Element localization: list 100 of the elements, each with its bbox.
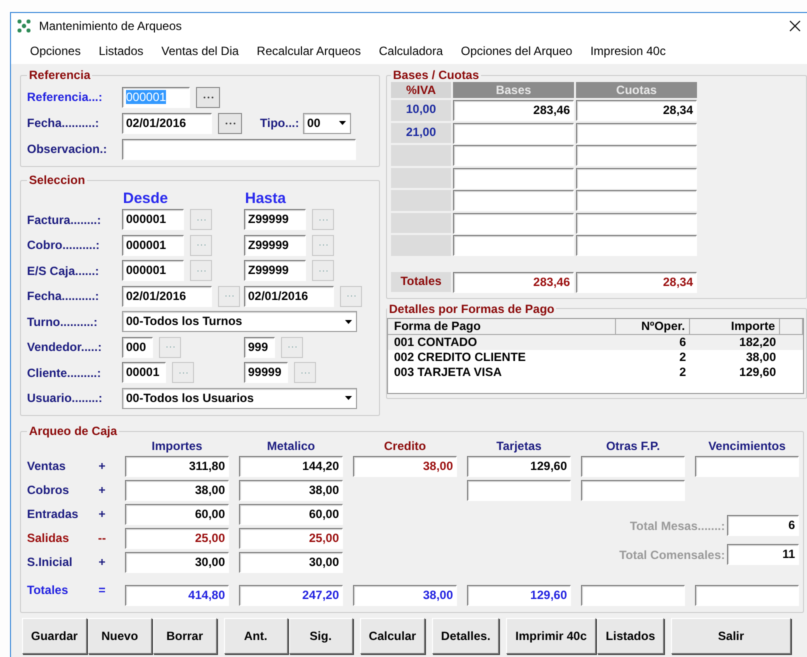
menu-item[interactable]: Recalcular Arqueos bbox=[248, 44, 370, 58]
field-label: Cliente.........: bbox=[27, 366, 102, 380]
count-field[interactable]: 11 bbox=[727, 544, 799, 565]
field-label: Fecha..........: bbox=[27, 289, 100, 304]
quota-field[interactable]: 28,34 bbox=[576, 100, 697, 121]
amount-field[interactable] bbox=[581, 456, 685, 476]
base-field[interactable] bbox=[453, 122, 574, 144]
amount-field[interactable]: 25,00 bbox=[125, 528, 229, 548]
column-header[interactable]: Importe bbox=[690, 318, 780, 334]
amount-field[interactable] bbox=[467, 480, 571, 500]
menu-item[interactable]: Impresion 40c bbox=[581, 44, 675, 58]
table-row[interactable]: 001 CONTADO 6 182,20 bbox=[388, 334, 803, 350]
amount-field[interactable]: 38,00 bbox=[239, 480, 343, 500]
amount-field[interactable]: 30,00 bbox=[239, 552, 343, 572]
amount-field[interactable] bbox=[695, 456, 799, 476]
field-label: Vendedor.....: bbox=[27, 340, 103, 354]
quota-field[interactable] bbox=[576, 212, 697, 234]
quota-field[interactable] bbox=[576, 190, 697, 211]
from-field[interactable]: 000001 bbox=[122, 260, 184, 282]
menu-item[interactable]: Ventas del Dia bbox=[152, 44, 248, 58]
column-heading: Otras F.P. bbox=[605, 439, 661, 453]
action-button[interactable]: Listados bbox=[596, 618, 664, 654]
from-field[interactable]: 000 bbox=[122, 336, 154, 358]
base-field[interactable] bbox=[453, 168, 574, 188]
action-button[interactable]: Ant. bbox=[224, 618, 288, 654]
base-field[interactable] bbox=[453, 212, 574, 234]
column-header[interactable]: Forma de Pago bbox=[388, 318, 616, 334]
sign-label: = bbox=[97, 583, 106, 597]
row-label: Totales bbox=[27, 583, 70, 597]
to-field[interactable]: Z99999 bbox=[244, 260, 306, 282]
menu-item[interactable]: Opciones bbox=[21, 44, 90, 58]
sign-label: + bbox=[97, 459, 106, 473]
action-button[interactable]: Borrar bbox=[152, 618, 217, 654]
base-field[interactable] bbox=[453, 190, 574, 211]
from-field[interactable]: 000001 bbox=[122, 209, 184, 230]
count-field[interactable]: 6 bbox=[727, 515, 799, 536]
amount-field[interactable]: 60,00 bbox=[239, 504, 343, 524]
to-field[interactable]: 999 bbox=[244, 336, 276, 358]
amount-field[interactable] bbox=[581, 480, 685, 500]
dropdown[interactable]: 00-Todos los Usuarios bbox=[122, 388, 357, 409]
to-field[interactable]: Z99999 bbox=[244, 209, 306, 230]
action-button[interactable]: Sig. bbox=[288, 618, 353, 654]
base-field[interactable] bbox=[453, 145, 574, 166]
base-field[interactable]: 283,46 bbox=[453, 100, 574, 121]
notes-field[interactable] bbox=[122, 138, 356, 160]
row-header: 21,00 bbox=[391, 122, 451, 143]
amount-field[interactable] bbox=[581, 585, 685, 606]
quota-field[interactable] bbox=[576, 145, 697, 166]
quota-field[interactable] bbox=[576, 122, 697, 144]
from-field[interactable]: 02/01/2016 bbox=[122, 286, 212, 307]
base-field[interactable] bbox=[453, 235, 574, 256]
amount-field[interactable]: 38,00 bbox=[353, 456, 457, 476]
amount-field[interactable]: 144,20 bbox=[239, 456, 343, 476]
row-label: Cobros bbox=[27, 483, 70, 497]
quota-field[interactable] bbox=[576, 168, 697, 188]
table-row[interactable]: 003 TARJETA VISA 2 129,60 bbox=[388, 364, 803, 380]
amount-field[interactable]: 414,80 bbox=[125, 585, 229, 606]
amount-field[interactable]: 247,20 bbox=[239, 585, 343, 606]
amount-field[interactable]: 129,60 bbox=[467, 456, 571, 476]
column-header[interactable] bbox=[780, 318, 803, 334]
column-header[interactable]: NºOper. bbox=[616, 318, 690, 334]
quota-field[interactable] bbox=[576, 235, 697, 256]
action-button[interactable]: Guardar bbox=[22, 618, 87, 654]
table-cell-text: 002 CREDITO CLIENTE bbox=[393, 350, 527, 364]
column-heading: Desde bbox=[123, 190, 170, 206]
action-button[interactable]: Salir bbox=[671, 618, 791, 654]
menu-item[interactable]: Calculadora bbox=[370, 44, 452, 58]
type-dropdown[interactable]: 00 bbox=[303, 112, 352, 134]
from-field[interactable]: 000001 bbox=[122, 234, 184, 256]
action-button[interactable]: Nuevo bbox=[88, 618, 152, 654]
field-label: E/S Caja......: bbox=[27, 264, 100, 278]
action-button[interactable]: Imprimir 40c bbox=[506, 618, 596, 654]
to-field[interactable]: 02/01/2016 bbox=[244, 286, 334, 307]
amount-field[interactable]: 311,80 bbox=[125, 456, 229, 476]
dropdown[interactable]: 00-Todos los Turnos bbox=[122, 311, 357, 332]
field-label: Referencia...: bbox=[27, 90, 104, 104]
amount-field[interactable]: 129,60 bbox=[467, 585, 571, 606]
date-field[interactable]: 02/01/2016 bbox=[122, 112, 212, 134]
amount-field[interactable]: 25,00 bbox=[239, 528, 343, 548]
action-button[interactable]: Calcular bbox=[360, 618, 426, 654]
group-title: Bases / Cuotas bbox=[392, 68, 480, 82]
amount-field[interactable]: 30,00 bbox=[125, 552, 229, 572]
menu-item[interactable]: Opciones del Arqueo bbox=[452, 44, 582, 58]
lookup-button[interactable] bbox=[218, 112, 242, 134]
column-header: %IVA bbox=[391, 82, 451, 98]
column-heading: Importes bbox=[150, 439, 204, 453]
menu-item[interactable]: Listados bbox=[90, 44, 152, 58]
lookup-button[interactable] bbox=[196, 86, 220, 108]
action-button[interactable]: Detalles. bbox=[432, 618, 500, 654]
amount-field[interactable]: 38,00 bbox=[125, 480, 229, 500]
amount-field[interactable]: 60,00 bbox=[125, 504, 229, 524]
to-field[interactable]: Z99999 bbox=[244, 234, 306, 256]
amount-field[interactable] bbox=[695, 585, 799, 606]
sign-label: -- bbox=[97, 531, 107, 545]
amount-field[interactable]: 38,00 bbox=[353, 585, 457, 606]
from-field[interactable]: 00001 bbox=[122, 362, 166, 384]
close-icon[interactable] bbox=[789, 20, 801, 32]
row-label: S.Inicial bbox=[27, 555, 74, 569]
to-field[interactable]: 99999 bbox=[244, 362, 288, 384]
table-row[interactable]: 002 CREDITO CLIENTE 2 38,00 bbox=[388, 350, 803, 364]
